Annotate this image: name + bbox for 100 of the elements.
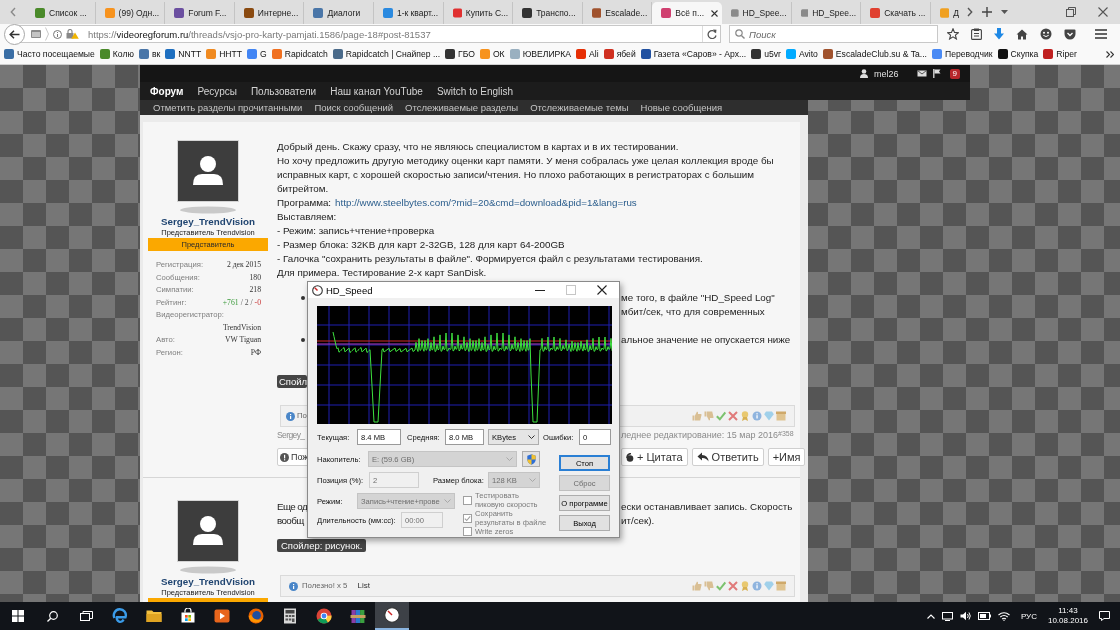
reply-button[interactable]: Ответить (691, 448, 764, 466)
author-name-link[interactable]: Sergey_TrendVision (161, 576, 255, 588)
bookmark[interactable]: Скупка (997, 49, 1039, 59)
search-icon[interactable] (46, 610, 58, 622)
plus-icon[interactable] (982, 7, 992, 17)
wifi-icon[interactable] (997, 611, 1010, 621)
shield-icon (526, 453, 536, 465)
close-icon[interactable] (597, 285, 607, 295)
chevron-up-icon[interactable] (926, 613, 935, 619)
restore-icon[interactable] (1066, 7, 1076, 17)
thumbs-up-icon[interactable] (692, 581, 702, 591)
message-text: - Режим: запись+чтение+проверка (277, 224, 435, 238)
notification-icon[interactable] (1099, 611, 1110, 621)
flag-icon[interactable] (932, 69, 941, 78)
message-text: вообщ (277, 514, 304, 528)
pocket-icon[interactable] (1064, 28, 1076, 40)
browser-tab[interactable]: Всё п... (652, 2, 722, 24)
battery-icon[interactable] (977, 612, 991, 620)
bookmark[interactable]: Колю (99, 49, 134, 59)
bookmark[interactable]: Avito (785, 49, 818, 59)
bookmark[interactable]: u5vr (751, 49, 781, 59)
bookmark[interactable]: G (247, 49, 267, 59)
browser-tab[interactable]: Д (930, 2, 963, 24)
bookmark[interactable]: Riper (1043, 49, 1077, 59)
bookmark[interactable]: Rapidcatch | Снайпер ... (332, 49, 441, 59)
bookmark[interactable]: вк (138, 49, 161, 59)
message-text: Добрый день. Скажу сразу, что не являюсь специалистом в картах и в их тестировании. (277, 140, 679, 154)
clock-date[interactable]: 10.08.2016 (1047, 616, 1088, 626)
search-field[interactable]: Поиск (729, 25, 938, 43)
lock-warning-icon[interactable] (66, 29, 79, 39)
list-link[interactable]: List (357, 579, 370, 593)
bookmark[interactable]: Часто посещаемые (4, 49, 95, 59)
nav-tab[interactable]: Наш канал YouTube (330, 85, 423, 97)
chevron-right-icon[interactable] (967, 7, 973, 17)
windows-logo-icon[interactable] (12, 610, 24, 622)
person-icon[interactable] (860, 69, 869, 78)
bookmark[interactable]: ябей (603, 49, 636, 59)
info-icon[interactable] (53, 29, 62, 39)
task-view-icon[interactable] (79, 611, 93, 621)
thumbs-up-icon[interactable] (692, 411, 702, 421)
notification-badge[interactable]: 9 (949, 68, 960, 79)
bookmark[interactable]: NNTT (165, 49, 202, 59)
double-chevron-icon[interactable] (1106, 50, 1114, 58)
download-icon[interactable] (994, 28, 1004, 40)
check-icon[interactable] (716, 411, 726, 421)
nav-tab[interactable]: Пользователи (250, 85, 317, 97)
home-icon[interactable] (1016, 28, 1028, 40)
close-icon[interactable] (710, 9, 718, 17)
caret-down-icon (444, 499, 451, 503)
shield-button[interactable] (522, 451, 540, 467)
username-link[interactable]: mel26 (874, 68, 899, 79)
message-text: ески останавливает запись. Скорость (621, 500, 793, 514)
mention-button[interactable]: +Имя (767, 448, 806, 466)
monitor-icon[interactable] (941, 611, 953, 621)
bookmark[interactable]: ГБО (445, 49, 475, 59)
language-indicator[interactable]: РУС (1020, 611, 1037, 621)
star-icon[interactable] (947, 28, 959, 40)
bookmark[interactable]: ЮВЕЛИРКА (509, 49, 572, 59)
menu-icon[interactable] (1095, 29, 1107, 39)
bookmark[interactable]: Rapidcatch (271, 49, 328, 59)
bookmark[interactable]: Газета «Саров» - Арх... (640, 49, 747, 59)
minimize-icon[interactable] (535, 289, 545, 291)
nav-tab[interactable]: Switch to English (436, 85, 514, 97)
caret-down-icon[interactable] (1001, 10, 1008, 14)
bookmark[interactable]: HHTT (206, 49, 243, 59)
subnav-link[interactable]: Отметить разделы прочитанными (153, 102, 303, 113)
bookmark[interactable]: ОК (479, 49, 505, 59)
reload-button[interactable] (702, 26, 720, 42)
subnav-link[interactable]: Поиск сообщений (314, 102, 394, 113)
quote-button[interactable]: + Цитата (621, 448, 688, 466)
cross-icon[interactable] (728, 581, 738, 591)
thumbs-down-icon[interactable] (704, 581, 714, 591)
nav-tab[interactable]: Форум (150, 85, 184, 97)
clock-time[interactable]: 11:43 (1058, 606, 1078, 616)
spoiler-button[interactable]: Спойлер: рисунок. (277, 539, 367, 552)
warning-icon (280, 452, 289, 462)
cross-icon[interactable] (728, 411, 738, 421)
bookmark[interactable]: EscaladeClub.su & Ta... (822, 49, 927, 59)
message-text: ме того, в файле "HD_Speed Log" (621, 291, 776, 305)
message-text: - Размер блока: 32KB для карт 2-32GB, 128 для карт 64-200GB (277, 238, 565, 252)
link[interactable]: http://www.steelbytes.com/?mid=20&cmd=download&pid=1&lang=rus (335, 197, 637, 208)
clipboard-icon[interactable] (971, 28, 982, 40)
nav-tab[interactable]: Ресурсы (197, 85, 237, 97)
check-icon[interactable] (716, 581, 726, 591)
globe-icon (248, 608, 264, 624)
subnav-link[interactable]: Отслеживаемые разделы (405, 102, 519, 113)
chevron-left-icon[interactable] (10, 7, 16, 17)
speaker-icon[interactable] (959, 611, 971, 621)
swirl-icon (112, 608, 128, 624)
bookmark[interactable]: Переводчик (931, 49, 993, 59)
subnav-link[interactable]: Отслеживаемые темы (530, 102, 629, 113)
smiley-icon[interactable] (1040, 28, 1052, 40)
author-name-link[interactable]: Sergey_TrendVision (161, 216, 255, 228)
taskbar-button[interactable] (375, 602, 409, 630)
spoiler-button[interactable]: Спойл (277, 375, 308, 388)
bookmark[interactable]: Ali (576, 49, 599, 59)
page-icon (31, 30, 41, 38)
subnav-link[interactable]: Новые сообщения (640, 102, 723, 113)
mail-icon[interactable] (916, 70, 927, 77)
thumbs-down-icon[interactable] (704, 411, 714, 421)
